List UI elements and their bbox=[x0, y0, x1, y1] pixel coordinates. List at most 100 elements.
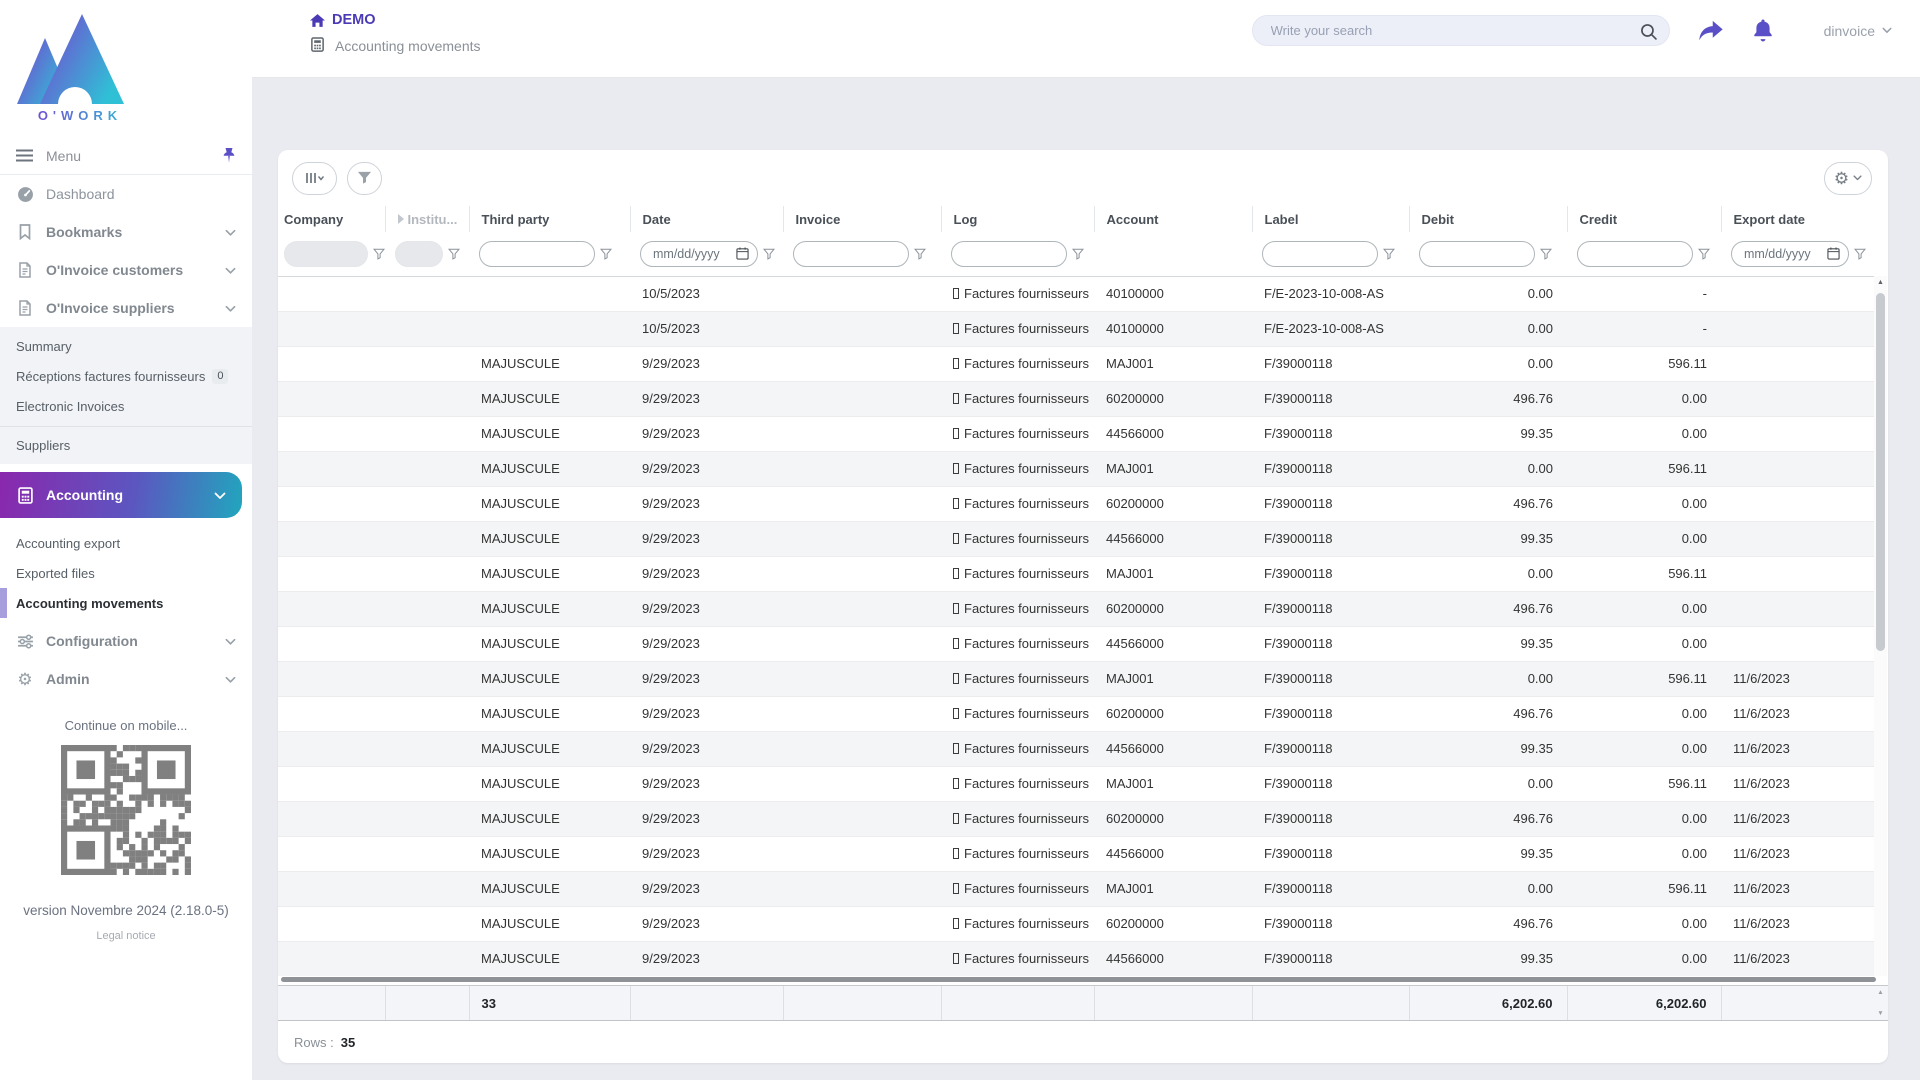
filter-funnel-icon bbox=[357, 171, 372, 184]
table-row[interactable]: MAJUSCULE 9/29/2023 Factures fournisseurs 6… bbox=[278, 380, 1874, 416]
cell-export-date bbox=[1721, 485, 1874, 521]
sidebar-item-accounting[interactable]: Accounting bbox=[0, 472, 242, 518]
submenu-item-electronic-invoices[interactable]: Electronic Invoices bbox=[0, 391, 252, 421]
table-row[interactable]: MAJUSCULE 9/29/2023 Factures fournisseurs 4… bbox=[278, 835, 1874, 871]
vertical-scrollbar[interactable]: ▲ bbox=[1874, 276, 1887, 976]
table-settings-button[interactable]: ⚙ bbox=[1824, 161, 1872, 195]
table-row[interactable]: MAJUSCULE 9/29/2023 Factures fournisseurs 4… bbox=[278, 520, 1874, 556]
sidebar-item-oinvoice-suppliers[interactable]: O'Invoice suppliers bbox=[0, 289, 252, 327]
export-date-filter-input[interactable]: mm/dd/yyyy bbox=[1731, 240, 1849, 267]
filter-funnel-icon[interactable] bbox=[1854, 248, 1866, 260]
submenu-item-receptions-factures[interactable]: Réceptions factures fournisseurs 0 bbox=[0, 361, 252, 391]
missing-glyph-icon bbox=[953, 428, 959, 439]
breadcrumb-home[interactable]: DEMO bbox=[310, 12, 481, 28]
third-party-filter-input[interactable] bbox=[479, 240, 595, 267]
scrollbar-thumb[interactable] bbox=[1876, 293, 1885, 651]
pin-sidebar-icon[interactable] bbox=[222, 148, 236, 163]
dashboard-icon bbox=[16, 186, 34, 203]
sidebar-item-configuration[interactable]: Configuration bbox=[0, 622, 252, 660]
col-header-company[interactable]: Company bbox=[278, 206, 385, 232]
cell-account: 44566000 bbox=[1094, 415, 1252, 451]
table-row[interactable]: MAJUSCULE 9/29/2023 Factures fournisseurs 4… bbox=[278, 940, 1874, 976]
table-row[interactable]: MAJUSCULE 9/29/2023 Factures fournisseurs 6… bbox=[278, 695, 1874, 731]
log-filter-input[interactable] bbox=[951, 240, 1067, 267]
cell-label: F/39000118 bbox=[1252, 695, 1409, 731]
filter-funnel-icon[interactable] bbox=[1383, 248, 1395, 260]
filter-funnel-icon[interactable] bbox=[1072, 248, 1084, 260]
col-header-invoice[interactable]: Invoice bbox=[782, 206, 941, 232]
table-row[interactable]: MAJUSCULE 9/29/2023 Factures fournisseurs 6… bbox=[278, 590, 1874, 626]
user-menu[interactable]: dinvoice bbox=[1824, 23, 1892, 39]
cell-credit: 0.00 bbox=[1567, 835, 1721, 871]
col-header-account[interactable]: Account bbox=[1093, 206, 1252, 232]
search-icon[interactable] bbox=[1640, 23, 1657, 40]
col-header-debit[interactable]: Debit bbox=[1408, 206, 1567, 232]
table-row[interactable]: MAJUSCULE 9/29/2023 Factures fournisseurs 4… bbox=[278, 730, 1874, 766]
table-row[interactable]: MAJUSCULE 9/29/2023 Factures fournisseurs 4… bbox=[278, 625, 1874, 661]
legal-notice-link[interactable]: Legal notice bbox=[0, 930, 252, 942]
submenu-item-accounting-movements[interactable]: Accounting movements bbox=[0, 588, 252, 618]
col-header-log[interactable]: Log bbox=[940, 206, 1094, 232]
date-filter-input[interactable]: mm/dd/yyyy bbox=[640, 240, 758, 267]
table-row[interactable]: MAJUSCULE 9/29/2023 Factures fournisseurs M… bbox=[278, 765, 1874, 801]
cell-account: 60200000 bbox=[1094, 695, 1252, 731]
cell-log: Factures fournisseurs bbox=[941, 590, 1094, 626]
cell-log: Factures fournisseurs bbox=[941, 415, 1094, 451]
col-header-label[interactable]: Label bbox=[1251, 206, 1409, 232]
sidebar-item-bookmarks[interactable]: Bookmarks bbox=[0, 213, 252, 251]
submenu-item-exported-files[interactable]: Exported files bbox=[0, 558, 252, 588]
filter-funnel-icon[interactable] bbox=[1698, 248, 1710, 260]
filter-funnel-icon[interactable] bbox=[600, 248, 612, 260]
sidebar-item-dashboard[interactable]: Dashboard bbox=[0, 175, 252, 213]
filter-funnel-icon[interactable] bbox=[763, 248, 775, 260]
sidebar-item-admin[interactable]: ⚙ Admin bbox=[0, 660, 252, 698]
submenu-item-summary[interactable]: Summary bbox=[0, 331, 252, 361]
invoice-filter-input[interactable] bbox=[793, 240, 909, 267]
table-row[interactable]: MAJUSCULE 9/29/2023 Factures fournisseurs M… bbox=[278, 660, 1874, 696]
label-filter-input[interactable] bbox=[1262, 240, 1378, 267]
cell-third-party: MAJUSCULE bbox=[469, 625, 630, 661]
notifications-bell-icon[interactable] bbox=[1752, 19, 1774, 42]
table-row[interactable]: MAJUSCULE 9/29/2023 Factures fournisseurs M… bbox=[278, 345, 1874, 381]
table-row[interactable]: MAJUSCULE 9/29/2023 Factures fournisseurs 4… bbox=[278, 415, 1874, 451]
col-header-export-date[interactable]: Export date bbox=[1720, 206, 1874, 232]
table-row[interactable]: MAJUSCULE 9/29/2023 Factures fournisseurs 6… bbox=[278, 905, 1874, 941]
search-input[interactable] bbox=[1252, 16, 1669, 45]
horizontal-scrollbar[interactable] bbox=[278, 977, 1888, 985]
submenu-item-suppliers[interactable]: Suppliers bbox=[0, 426, 252, 460]
username: dinvoice bbox=[1823, 22, 1875, 39]
scrollbar-up-arrow[interactable]: ▲ bbox=[1874, 276, 1887, 288]
filter-funnel-icon[interactable] bbox=[1540, 248, 1552, 260]
debit-filter-input[interactable] bbox=[1419, 240, 1535, 267]
table-row[interactable]: 10/5/2023 Factures fournisseurs 40100000 F/… bbox=[278, 310, 1874, 346]
columns-button[interactable] bbox=[292, 161, 337, 195]
cell-export-date bbox=[1721, 345, 1874, 381]
filter-funnel-icon[interactable] bbox=[914, 248, 926, 260]
cell-export-date bbox=[1721, 415, 1874, 451]
col-header-date[interactable]: Date bbox=[629, 206, 783, 232]
table-row[interactable]: MAJUSCULE 9/29/2023 Factures fournisseurs M… bbox=[278, 555, 1874, 591]
table-row[interactable]: 10/5/2023 Factures fournisseurs 40100000 F/… bbox=[278, 275, 1874, 311]
credit-filter-input[interactable] bbox=[1577, 240, 1693, 267]
sidebar-item-oinvoice-customers[interactable]: O'Invoice customers bbox=[0, 251, 252, 289]
footer-scroll-arrows[interactable]: ▲ ▼ bbox=[1875, 989, 1886, 1017]
cell-log: Factures fournisseurs bbox=[941, 940, 1094, 976]
missing-glyph-icon bbox=[953, 498, 959, 509]
missing-glyph-icon bbox=[953, 568, 959, 579]
hamburger-icon[interactable] bbox=[16, 149, 33, 162]
submenu-item-accounting-export[interactable]: Accounting export bbox=[0, 528, 252, 558]
scrollbar-thumb[interactable] bbox=[281, 977, 1876, 982]
share-icon[interactable] bbox=[1698, 20, 1724, 41]
filter-funnel-icon[interactable] bbox=[373, 248, 385, 260]
cell-company bbox=[278, 625, 385, 661]
col-header-credit[interactable]: Credit bbox=[1566, 206, 1721, 232]
table-row[interactable]: MAJUSCULE 9/29/2023 Factures fournisseurs 6… bbox=[278, 485, 1874, 521]
filter-funnel-icon[interactable] bbox=[448, 248, 460, 260]
cell-institution bbox=[385, 415, 469, 451]
col-header-third-party[interactable]: Third party bbox=[468, 206, 630, 232]
filter-button[interactable] bbox=[347, 161, 382, 195]
table-row[interactable]: MAJUSCULE 9/29/2023 Factures fournisseurs M… bbox=[278, 870, 1874, 906]
col-header-institution[interactable]: Institu... bbox=[384, 206, 469, 232]
table-row[interactable]: MAJUSCULE 9/29/2023 Factures fournisseurs M… bbox=[278, 450, 1874, 486]
table-row[interactable]: MAJUSCULE 9/29/2023 Factures fournisseurs 6… bbox=[278, 800, 1874, 836]
